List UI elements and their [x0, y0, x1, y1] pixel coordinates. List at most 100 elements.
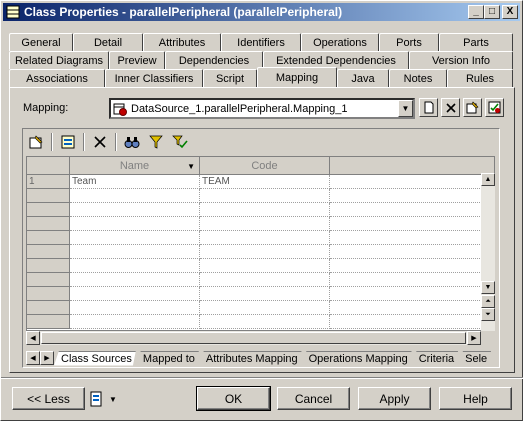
tab-next-icon[interactable]: ▶	[40, 351, 54, 365]
cell-code[interactable]	[200, 301, 330, 315]
cell-code[interactable]	[200, 315, 330, 329]
cell-code[interactable]: TEAM	[200, 175, 330, 189]
table-row[interactable]	[27, 203, 494, 217]
table-row[interactable]	[27, 273, 494, 287]
help-button[interactable]: Help	[439, 387, 512, 410]
tab-parts[interactable]: Parts	[439, 33, 513, 51]
subtab-selection[interactable]: Sele	[458, 351, 491, 366]
tab-associations[interactable]: Associations	[9, 69, 105, 87]
less-button[interactable]: << Less	[12, 387, 85, 410]
cancel-button[interactable]: Cancel	[277, 387, 350, 410]
scroll-bottom-icon[interactable]: ⏷	[481, 308, 495, 321]
mapping-properties-button[interactable]	[463, 98, 482, 117]
tab-dependencies[interactable]: Dependencies	[165, 51, 263, 69]
cell-name[interactable]	[70, 203, 200, 217]
cell-code[interactable]	[200, 189, 330, 203]
scroll-left-icon[interactable]: ◀	[26, 331, 40, 345]
check-mapping-button[interactable]	[485, 98, 504, 117]
tab-inner-classifiers[interactable]: Inner Classifiers	[105, 69, 203, 87]
scroll-top-icon[interactable]: ⏶	[481, 295, 495, 308]
tab-java[interactable]: Java	[337, 69, 389, 87]
horizontal-scroll-thumb[interactable]	[41, 332, 466, 344]
scroll-down-icon[interactable]: ▼	[481, 281, 495, 294]
cell-empty[interactable]	[330, 217, 494, 231]
table-row[interactable]	[27, 315, 494, 329]
subtab-class-sources[interactable]: Class Sources	[54, 351, 136, 366]
close-button[interactable]: X	[502, 5, 518, 19]
cell-empty[interactable]	[330, 287, 494, 301]
cell-name[interactable]: Team	[70, 175, 200, 189]
subtab-attributes-mapping[interactable]: Attributes Mapping	[199, 351, 302, 366]
cell-code[interactable]	[200, 231, 330, 245]
tab-detail[interactable]: Detail	[73, 33, 143, 51]
cell-name[interactable]	[70, 189, 200, 203]
cell-empty[interactable]	[330, 259, 494, 273]
tab-notes[interactable]: Notes	[389, 69, 447, 87]
scroll-up-icon[interactable]: ▲	[481, 173, 495, 186]
tab-ports[interactable]: Ports	[379, 33, 439, 51]
table-row[interactable]: 1 Team TEAM	[27, 175, 494, 189]
cell-name[interactable]	[70, 217, 200, 231]
find-button[interactable]	[121, 132, 143, 152]
cell-code[interactable]	[200, 273, 330, 287]
cell-empty[interactable]	[330, 175, 494, 189]
vertical-scrollbar[interactable]: ▲ ▼ ⏶ ⏷	[481, 173, 495, 331]
horizontal-scrollbar[interactable]: ◀ ▶	[26, 331, 481, 345]
cell-code[interactable]	[200, 287, 330, 301]
ok-button[interactable]: OK	[196, 386, 271, 411]
print-menu-button[interactable]: ▼	[89, 389, 125, 409]
table-row[interactable]	[27, 189, 494, 203]
cell-code[interactable]	[200, 245, 330, 259]
filter-button[interactable]	[145, 132, 167, 152]
tab-related-diagrams[interactable]: Related Diagrams	[9, 51, 109, 69]
tab-general[interactable]: General	[9, 33, 73, 51]
add-objects-button[interactable]	[57, 132, 79, 152]
tab-version-info[interactable]: Version Info	[409, 51, 513, 69]
cell-empty[interactable]	[330, 189, 494, 203]
table-row[interactable]	[27, 259, 494, 273]
tab-identifiers[interactable]: Identifiers	[221, 33, 301, 51]
properties-button[interactable]	[25, 132, 47, 152]
scroll-right-icon[interactable]: ▶	[467, 331, 481, 345]
column-header-name[interactable]: Name ▼	[70, 157, 200, 175]
cell-code[interactable]	[200, 259, 330, 273]
minimize-button[interactable]: _	[468, 5, 484, 19]
cell-empty[interactable]	[330, 245, 494, 259]
subtab-mapped-to[interactable]: Mapped to	[136, 351, 199, 366]
tab-preview[interactable]: Preview	[109, 51, 165, 69]
table-row[interactable]	[27, 245, 494, 259]
cell-name[interactable]	[70, 287, 200, 301]
tab-prev-icon[interactable]: ◀	[26, 351, 40, 365]
cell-empty[interactable]	[330, 315, 494, 329]
chevron-down-icon[interactable]: ▼	[398, 100, 413, 117]
cell-name[interactable]	[70, 259, 200, 273]
title-bar[interactable]: Class Properties - parallelPeripheral (p…	[3, 3, 520, 21]
cell-empty[interactable]	[330, 231, 494, 245]
new-mapping-button[interactable]	[419, 98, 438, 117]
delete-row-button[interactable]	[89, 132, 111, 152]
cell-code[interactable]	[200, 203, 330, 217]
table-row[interactable]	[27, 217, 494, 231]
maximize-button[interactable]: □	[484, 5, 500, 19]
apply-button[interactable]: Apply	[358, 387, 431, 410]
cell-name[interactable]	[70, 315, 200, 329]
check-filter-button[interactable]	[169, 132, 191, 152]
cell-code[interactable]	[200, 217, 330, 231]
cell-empty[interactable]	[330, 203, 494, 217]
tab-mapping[interactable]: Mapping	[257, 67, 337, 87]
cell-name[interactable]	[70, 301, 200, 315]
cell-name[interactable]	[70, 245, 200, 259]
class-sources-grid[interactable]: Name ▼ Code 1 Team TEAM	[26, 156, 495, 331]
tab-attributes[interactable]: Attributes	[143, 33, 221, 51]
tab-operations[interactable]: Operations	[301, 33, 379, 51]
delete-mapping-button[interactable]	[441, 98, 460, 117]
tab-script[interactable]: Script	[203, 69, 257, 87]
cell-empty[interactable]	[330, 273, 494, 287]
subtab-operations-mapping[interactable]: Operations Mapping	[302, 351, 412, 366]
column-header-code[interactable]: Code	[200, 157, 330, 175]
tab-rules[interactable]: Rules	[447, 69, 513, 87]
cell-name[interactable]	[70, 273, 200, 287]
subtab-criteria[interactable]: Criteria	[412, 351, 458, 366]
table-row[interactable]	[27, 287, 494, 301]
mapping-select[interactable]: DataSource_1.parallelPeripheral.Mapping_…	[109, 98, 415, 119]
